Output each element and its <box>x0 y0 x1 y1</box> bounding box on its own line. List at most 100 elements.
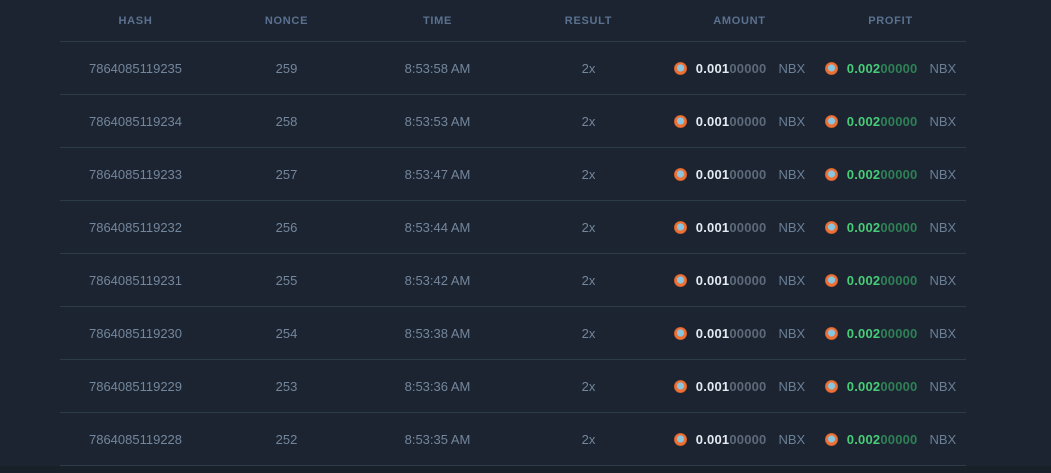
profit-value: 0.00200000 <box>846 60 918 76</box>
amount-currency: NBX <box>778 219 806 235</box>
amount-cell: 0.00100000 NBX <box>664 220 815 235</box>
amount-value: 0.00100000 <box>695 325 767 341</box>
profit-value: 0.00200000 <box>846 378 918 394</box>
nonce-cell: 257 <box>275 166 298 182</box>
coin-icon <box>824 379 838 393</box>
profit-value: 0.00200000 <box>846 113 918 129</box>
column-header-amount: AMOUNT <box>713 14 766 27</box>
profit-currency: NBX <box>929 60 957 76</box>
profit-currency: NBX <box>929 219 957 235</box>
time-cell: 8:53:58 AM <box>404 60 471 76</box>
result-cell: 2x <box>581 378 596 394</box>
result-cell: 2x <box>581 219 596 235</box>
profit-value: 0.00200000 <box>846 166 918 182</box>
amount-currency: NBX <box>778 272 806 288</box>
amount-cell: 0.00100000 NBX <box>664 114 815 129</box>
coin-icon <box>824 220 838 234</box>
table-row[interactable]: 7864085119230 254 8:53:38 AM 2x 0.001000… <box>60 306 966 359</box>
hash-cell: 7864085119230 <box>88 325 183 341</box>
time-cell: 8:53:35 AM <box>404 431 471 447</box>
coin-icon <box>673 432 687 446</box>
coin-icon <box>673 326 687 340</box>
time-cell: 8:53:44 AM <box>404 219 471 235</box>
table-row[interactable]: 7864085119229 253 8:53:36 AM 2x 0.001000… <box>60 359 966 412</box>
coin-icon <box>673 379 687 393</box>
hash-cell: 7864085119228 <box>88 431 183 447</box>
profit-cell: 0.00200000 NBX <box>815 379 966 394</box>
profit-cell: 0.00200000 NBX <box>815 432 966 447</box>
amount-value: 0.00100000 <box>695 113 767 129</box>
time-cell: 8:53:53 AM <box>404 113 471 129</box>
nonce-cell: 252 <box>275 431 298 447</box>
nonce-cell: 255 <box>275 272 298 288</box>
amount-currency: NBX <box>778 431 806 447</box>
nonce-cell: 253 <box>275 378 298 394</box>
table-row[interactable]: 7864085119234 258 8:53:53 AM 2x 0.001000… <box>60 94 966 147</box>
coin-icon <box>673 61 687 75</box>
profit-currency: NBX <box>929 325 957 341</box>
coin-icon <box>673 220 687 234</box>
time-cell: 8:53:36 AM <box>404 378 471 394</box>
amount-cell: 0.00100000 NBX <box>664 379 815 394</box>
nonce-cell: 254 <box>275 325 298 341</box>
profit-currency: NBX <box>929 166 957 182</box>
profit-cell: 0.00200000 NBX <box>815 273 966 288</box>
table-row[interactable]: 7864085119232 256 8:53:44 AM 2x 0.001000… <box>60 200 966 253</box>
amount-value: 0.00100000 <box>695 378 767 394</box>
table-row[interactable]: 7864085119235 259 8:53:58 AM 2x 0.001000… <box>60 41 966 94</box>
nonce-cell: 258 <box>275 113 298 129</box>
nonce-cell: 259 <box>275 60 298 76</box>
profit-cell: 0.00200000 NBX <box>815 326 966 341</box>
profit-currency: NBX <box>929 113 957 129</box>
amount-currency: NBX <box>778 378 806 394</box>
profit-cell: 0.00200000 NBX <box>815 220 966 235</box>
profit-currency: NBX <box>929 431 957 447</box>
amount-value: 0.00100000 <box>695 431 767 447</box>
profit-cell: 0.00200000 NBX <box>815 61 966 76</box>
time-cell: 8:53:47 AM <box>404 166 471 182</box>
result-cell: 2x <box>581 60 596 76</box>
amount-currency: NBX <box>778 113 806 129</box>
amount-cell: 0.00100000 NBX <box>664 273 815 288</box>
table-row[interactable]: 7864085119228 252 8:53:35 AM 2x 0.001000… <box>60 412 966 465</box>
coin-icon <box>673 167 687 181</box>
bet-history-table: HASH NONCE TIME RESULT AMOUNT PROFIT 786… <box>60 0 966 466</box>
amount-value: 0.00100000 <box>695 166 767 182</box>
column-header-nonce: NONCE <box>264 14 309 27</box>
coin-icon <box>824 114 838 128</box>
amount-cell: 0.00100000 NBX <box>664 167 815 182</box>
time-cell: 8:53:42 AM <box>404 272 471 288</box>
result-cell: 2x <box>581 113 596 129</box>
table-row[interactable]: 7864085119231 255 8:53:42 AM 2x 0.001000… <box>60 253 966 306</box>
coin-icon <box>673 273 687 287</box>
bet-history-screen: HASH NONCE TIME RESULT AMOUNT PROFIT 786… <box>0 0 1051 473</box>
column-header-result: RESULT <box>564 14 613 27</box>
profit-value: 0.00200000 <box>846 431 918 447</box>
hash-cell: 7864085119229 <box>88 378 183 394</box>
amount-cell: 0.00100000 NBX <box>664 432 815 447</box>
profit-currency: NBX <box>929 272 957 288</box>
table-body: 7864085119235 259 8:53:58 AM 2x 0.001000… <box>60 41 966 466</box>
time-cell: 8:53:38 AM <box>404 325 471 341</box>
amount-currency: NBX <box>778 325 806 341</box>
result-cell: 2x <box>581 272 596 288</box>
profit-cell: 0.00200000 NBX <box>815 114 966 129</box>
coin-icon <box>673 114 687 128</box>
amount-value: 0.00100000 <box>695 219 767 235</box>
table-row[interactable]: 7864085119233 257 8:53:47 AM 2x 0.001000… <box>60 147 966 200</box>
profit-value: 0.00200000 <box>846 272 918 288</box>
result-cell: 2x <box>581 166 596 182</box>
column-header-time: TIME <box>422 14 453 27</box>
column-header-profit: PROFIT <box>868 14 913 27</box>
amount-currency: NBX <box>778 166 806 182</box>
profit-currency: NBX <box>929 378 957 394</box>
coin-icon <box>824 273 838 287</box>
bottom-strip <box>0 466 1051 473</box>
coin-icon <box>824 326 838 340</box>
coin-icon <box>824 167 838 181</box>
profit-value: 0.00200000 <box>846 325 918 341</box>
amount-cell: 0.00100000 NBX <box>664 61 815 76</box>
table-header-row: HASH NONCE TIME RESULT AMOUNT PROFIT <box>60 0 966 41</box>
hash-cell: 7864085119233 <box>88 166 183 182</box>
result-cell: 2x <box>581 431 596 447</box>
